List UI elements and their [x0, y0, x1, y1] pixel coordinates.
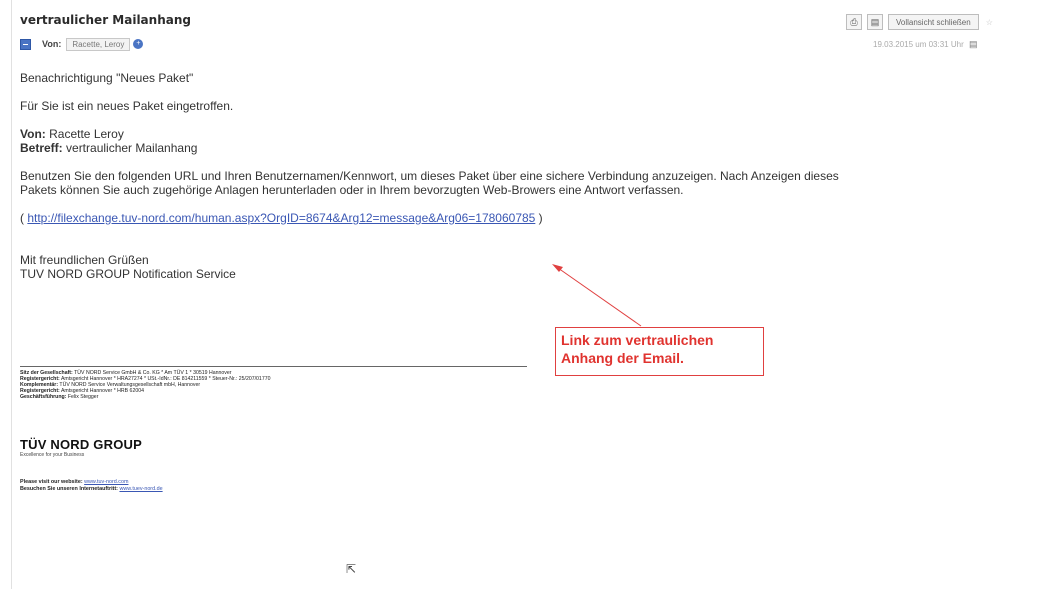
from-label: Von: — [42, 39, 62, 49]
left-border — [11, 0, 12, 589]
save-button[interactable]: ▤ — [867, 14, 883, 30]
website-line-en: Please visit our website: www.tuv-nord.c… — [20, 479, 129, 485]
annotation-line-1: Link zum vertraulichen — [561, 332, 714, 348]
add-contact-icon[interactable]: + — [133, 39, 144, 49]
website-link-de[interactable]: www.tuev-nord.de — [119, 486, 162, 492]
instructions-line-1: Benutzen Sie den folgenden URL und Ihren… — [20, 169, 839, 183]
annotation-callout: Link zum vertraulichen Anhang der Email. — [555, 327, 764, 376]
instructions-line-2: Pakets können Sie auch zugehörige Anlage… — [20, 183, 684, 197]
sender-chip[interactable]: Racette, Leroy — [66, 37, 131, 51]
close-fullview-button[interactable]: Vollansicht schließen — [888, 14, 979, 30]
from-key: Von: — [20, 127, 46, 141]
website-line-de: Besuchen Sie unseren Internetauftritt: w… — [20, 486, 163, 492]
notification-title: Benachrichtigung "Neues Paket" — [20, 71, 194, 85]
legal-line: Geschäftsführung: Felix Stegger — [20, 394, 99, 401]
from-row: Von: Racette, Leroy + — [20, 36, 144, 52]
email-date: 19.03.2015 um 03:31 Uhr — [873, 40, 964, 49]
annotation-line-2: Anhang der Email. — [561, 350, 684, 366]
footer-divider — [20, 366, 527, 367]
disk-icon: ▤ — [870, 16, 880, 27]
mouse-cursor-icon: ⇱ — [346, 562, 357, 576]
link-line: ( http://filexchange.tuv-nord.com/human.… — [20, 211, 1030, 225]
menu-icon[interactable]: ▤ — [969, 39, 978, 49]
link-close-paren: ) — [535, 211, 543, 225]
phishing-link[interactable]: http://filexchange.tuv-nord.com/human.as… — [27, 211, 535, 225]
company-name: TÜV NORD GROUP — [20, 437, 142, 452]
website-block: Please visit our website: www.tuv-nord.c… — [20, 479, 163, 493]
subject-line: Betreff: vertraulicher Mailanhang — [20, 141, 1030, 155]
print-button[interactable]: ⎙ — [846, 14, 862, 30]
signature: TUV NORD GROUP Notification Service — [20, 267, 236, 281]
from-line: Von: Racette Leroy — [20, 127, 1030, 141]
subject-key: Betreff: — [20, 141, 63, 155]
email-subject: vertraulicher Mailanhang — [20, 13, 191, 27]
company-tagline: Excellence for your Business — [20, 452, 85, 458]
toolbar: ⎙ ▤ Vollansicht schließen ☆ — [846, 14, 993, 30]
greeting: Mit freundlichen Grüßen — [20, 253, 149, 267]
collapse-icon[interactable] — [20, 38, 31, 50]
email-body: Benachrichtigung "Neues Paket" Für Sie i… — [20, 71, 1030, 281]
star-icon[interactable]: ☆ — [986, 18, 993, 27]
new-package-line: Für Sie ist ein neues Paket eingetroffen… — [20, 99, 234, 113]
legal-block: Sitz der Gesellschaft: TÜV NORD Service … — [20, 370, 270, 400]
from-value: Racette Leroy — [49, 127, 124, 141]
printer-icon: ⎙ — [850, 16, 858, 27]
subject-value: vertraulicher Mailanhang — [66, 141, 198, 155]
email-date-row: 19.03.2015 um 03:31 Uhr ▤ — [873, 39, 977, 50]
website-link-en[interactable]: www.tuv-nord.com — [84, 479, 128, 485]
